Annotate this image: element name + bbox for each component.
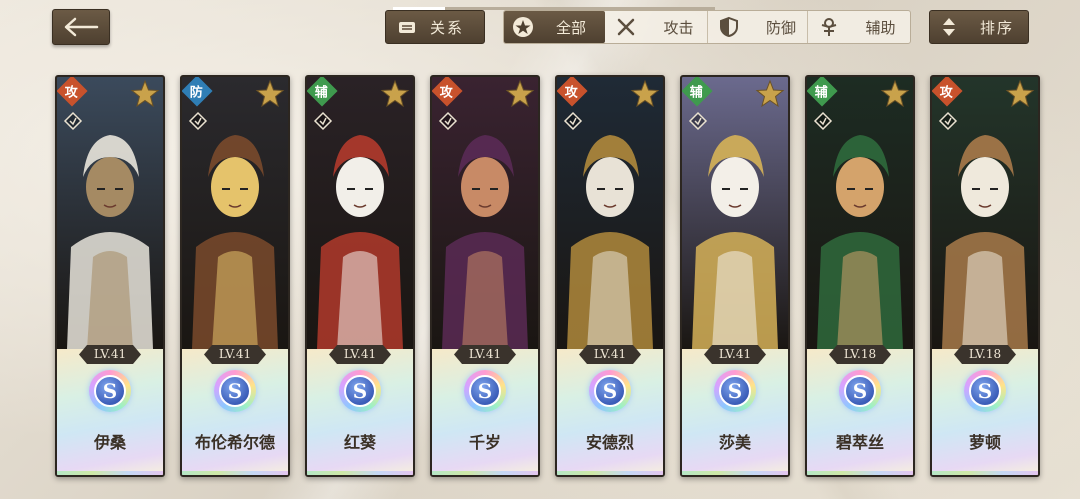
role-label: 辅 <box>815 85 829 101</box>
rank-letter: S <box>94 375 126 407</box>
link-status-icon <box>688 111 708 131</box>
star-icon <box>505 79 535 108</box>
link-status-icon <box>63 111 83 131</box>
character-name: 莎美 <box>718 433 751 452</box>
character-name: 千岁 <box>468 433 501 452</box>
star-icon <box>380 79 410 108</box>
sort-label: 排序 <box>980 18 1015 37</box>
level-badge: LV.41 <box>704 345 766 364</box>
shield-icon <box>718 16 740 38</box>
character-card[interactable]: 攻 LV.41 S 安德烈 <box>555 75 665 477</box>
card-info-panel <box>307 349 413 475</box>
link-status-icon <box>313 111 333 131</box>
sort-button[interactable]: 排序 <box>929 10 1029 44</box>
relations-button[interactable]: 关系 <box>385 10 485 44</box>
card-info-panel <box>682 349 788 475</box>
link-status-icon <box>563 111 583 131</box>
rank-letter: S <box>844 375 876 407</box>
level-badge: LV.18 <box>829 345 891 364</box>
star-icon <box>255 79 285 108</box>
star-icon <box>755 79 785 108</box>
character-card[interactable]: 辅 LV.18 S 碧萃丝 <box>805 75 915 477</box>
level-badge: LV.41 <box>579 345 641 364</box>
card-info-panel <box>432 349 538 475</box>
link-status-icon <box>938 111 958 131</box>
star-icon <box>130 79 160 108</box>
filter-support-tab[interactable]: 辅助 <box>806 11 911 43</box>
star-circle-icon <box>512 16 534 38</box>
rank-badge: S <box>339 370 381 412</box>
character-name: 布伦希尔德 <box>194 433 275 452</box>
rank-letter: S <box>969 375 1001 407</box>
rank-badge: S <box>214 370 256 412</box>
card-info-panel <box>557 349 663 475</box>
rank-letter: S <box>719 375 751 407</box>
character-name: 碧萃丝 <box>835 433 884 452</box>
character-card[interactable]: 攻 LV.41 S 伊桑 <box>55 75 165 477</box>
support-symbol-icon <box>818 16 840 38</box>
character-name: 萝顿 <box>968 433 1001 452</box>
level-badge: LV.41 <box>79 345 141 364</box>
filter-defense-label: 防御 <box>765 18 796 37</box>
filter-attack-tab[interactable]: 攻击 <box>605 11 707 43</box>
level-badge: LV.18 <box>954 345 1016 364</box>
character-card[interactable]: 防 LV.41 S 布伦希尔德 <box>180 75 290 477</box>
filter-defense-tab[interactable]: 防御 <box>706 11 807 43</box>
rank-badge: S <box>89 370 131 412</box>
character-name: 伊桑 <box>93 433 126 452</box>
rank-letter: S <box>594 375 626 407</box>
rank-badge: S <box>589 370 631 412</box>
rank-badge: S <box>964 370 1006 412</box>
role-label: 攻 <box>565 85 579 101</box>
level-badge: LV.41 <box>204 345 266 364</box>
star-icon <box>1005 79 1035 108</box>
link-status-icon <box>813 111 833 131</box>
card-info-panel <box>807 349 913 475</box>
character-card[interactable]: 辅 LV.41 S 莎美 <box>680 75 790 477</box>
rank-letter: S <box>219 375 251 407</box>
rank-letter: S <box>469 375 501 407</box>
star-icon <box>880 79 910 108</box>
level-badge: LV.41 <box>454 345 516 364</box>
role-label: 攻 <box>65 85 79 101</box>
back-button[interactable] <box>52 9 110 45</box>
rank-badge: S <box>714 370 756 412</box>
rank-badge: S <box>464 370 506 412</box>
role-label: 防 <box>190 85 204 101</box>
character-card-list: 攻 LV.41 S 伊桑 防 LV.41 S 布伦希尔德 辅 LV.41 S 红… <box>55 75 1040 477</box>
filter-all-tab[interactable]: 全部 <box>504 11 606 43</box>
character-card[interactable]: 攻 LV.18 S 萝顿 <box>930 75 1040 477</box>
card-info-panel <box>182 349 288 475</box>
link-status-icon <box>188 111 208 131</box>
handshake-icon <box>399 22 415 33</box>
role-label: 攻 <box>940 85 954 101</box>
character-card[interactable]: 攻 LV.41 S 千岁 <box>430 75 540 477</box>
filter-support-label: 辅助 <box>865 18 896 37</box>
role-label: 攻 <box>440 85 454 101</box>
relations-label: 关系 <box>430 18 465 37</box>
top-bar: 关系 全部 攻击 防御 辅助 排序 <box>0 0 1080 60</box>
crossed-swords-icon <box>615 16 637 38</box>
card-info-panel <box>932 349 1038 475</box>
role-filter-bar: 全部 攻击 防御 辅助 <box>503 10 911 44</box>
filter-attack-label: 攻击 <box>663 18 694 37</box>
character-name: 安德烈 <box>585 433 634 452</box>
arrow-left-icon <box>64 17 99 37</box>
filter-all-label: 全部 <box>556 18 587 37</box>
rank-badge: S <box>839 370 881 412</box>
character-card[interactable]: 辅 LV.41 S 红葵 <box>305 75 415 477</box>
link-status-icon <box>438 111 458 131</box>
role-label: 辅 <box>690 85 704 101</box>
star-icon <box>630 79 660 108</box>
rank-letter: S <box>344 375 376 407</box>
level-badge: LV.41 <box>329 345 391 364</box>
sort-arrows-icon <box>943 18 955 36</box>
role-label: 辅 <box>315 85 329 101</box>
character-name: 红葵 <box>343 433 376 452</box>
card-info-panel <box>57 349 163 475</box>
